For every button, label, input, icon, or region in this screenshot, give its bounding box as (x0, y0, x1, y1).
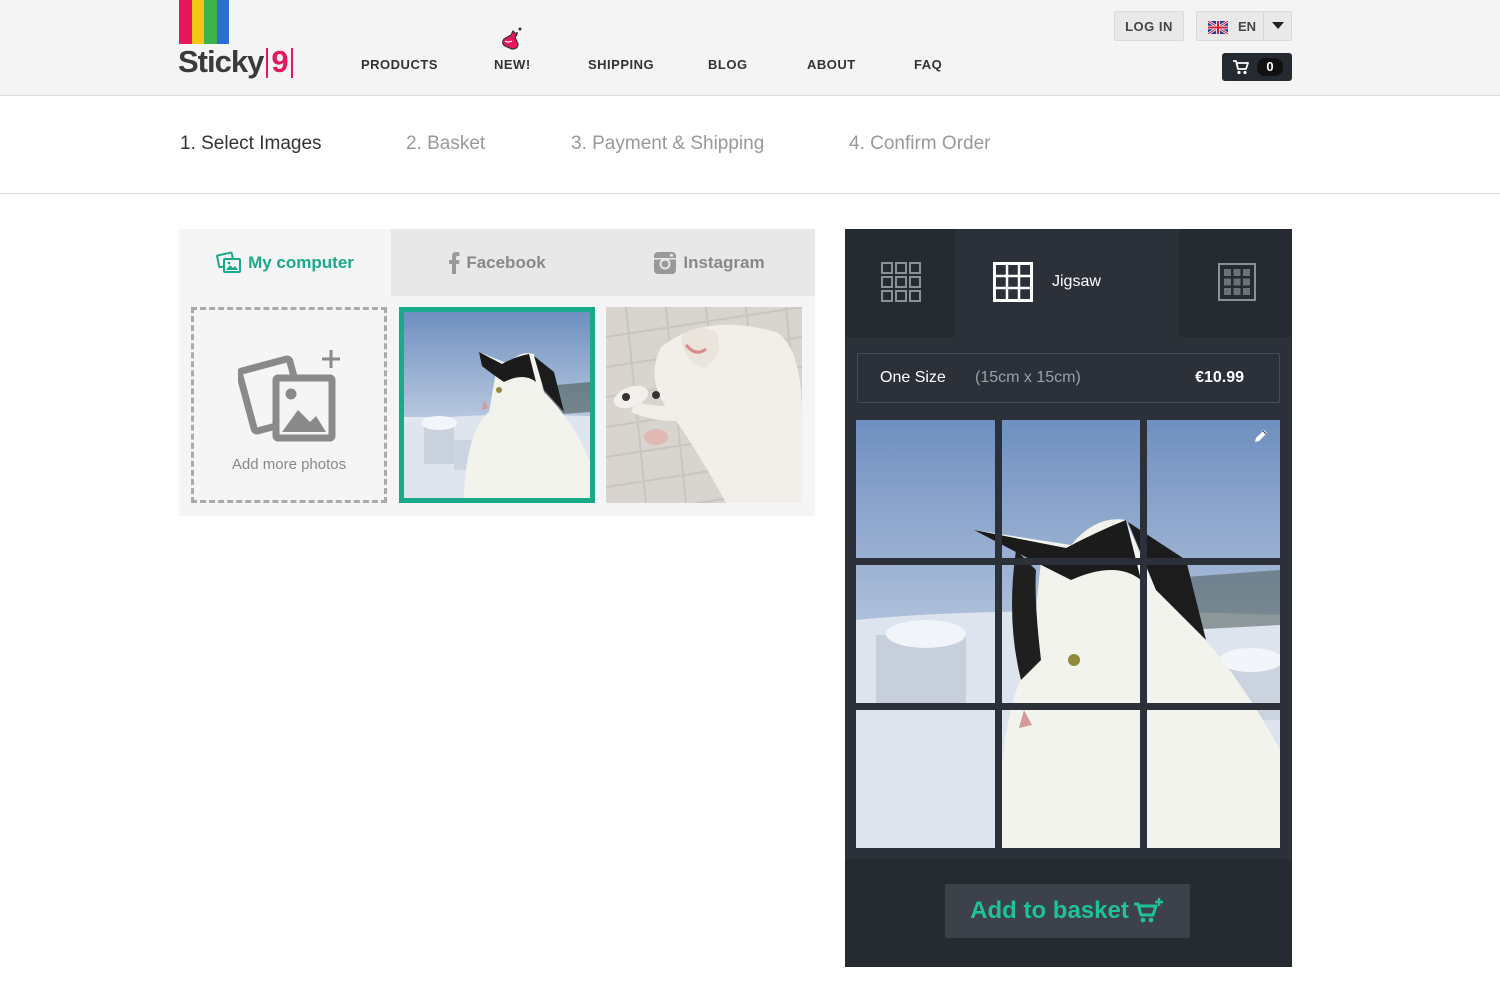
step-select-images: 1. Select Images (180, 133, 322, 154)
product-type-tabs: Jigsaw (845, 229, 1292, 337)
cat-sleeping-photo (606, 307, 802, 503)
cart-plus-icon (1133, 898, 1163, 923)
caret-down-icon (1272, 22, 1284, 29)
add-to-basket-label: Add to basket (970, 897, 1129, 924)
login-button[interactable]: LOG IN (1114, 11, 1184, 41)
computer-photos-icon (216, 251, 242, 273)
logo-number: 9 (266, 46, 293, 78)
step-confirm-order: 4. Confirm Order (849, 133, 991, 154)
facebook-icon (449, 251, 460, 274)
language-selector[interactable]: EN (1196, 11, 1292, 41)
photo-thumbnail-cat-snow[interactable] (399, 307, 595, 503)
add-more-photos-button[interactable]: Add more photos (191, 307, 387, 503)
product-tab-grid[interactable] (845, 229, 955, 337)
jigsaw-preview-image (856, 420, 1280, 848)
product-tab-jigsaw-label: Jigsaw (1052, 273, 1101, 290)
uk-flag-icon (1208, 21, 1228, 34)
nav-faq[interactable]: FAQ (914, 57, 942, 72)
nav-about[interactable]: ABOUT (807, 57, 856, 72)
step-basket: 2. Basket (406, 133, 486, 154)
tab-instagram-label: Instagram (683, 252, 765, 272)
site-header: Sticky 9 PRODUCTS NEW! SHIPPING BLOG ABOU… (0, 0, 1500, 96)
pencil-edit-icon[interactable] (1253, 428, 1269, 444)
add-to-basket-button[interactable]: Add to basket (945, 884, 1190, 938)
jigsaw-preview[interactable] (856, 420, 1280, 848)
size-option[interactable]: One Size (15cm x 15cm) €10.99 (857, 353, 1280, 403)
tab-facebook-label: Facebook (466, 252, 546, 272)
product-tab-jigsaw[interactable]: Jigsaw (955, 229, 1179, 337)
nav-shipping[interactable]: SHIPPING (588, 57, 654, 72)
nav-products[interactable]: PRODUCTS (361, 57, 438, 72)
tab-facebook[interactable]: Facebook (391, 229, 603, 296)
size-name: One Size (880, 369, 946, 386)
logo-wordmark: Sticky (178, 44, 264, 79)
source-tabs: My computer Facebook Instagram (179, 229, 815, 296)
logo[interactable]: Sticky 9 (178, 0, 298, 90)
product-panel: Jigsaw One Size (15cm x 15cm) €10.99 Add… (845, 229, 1292, 967)
cat-snow-photo (404, 312, 590, 498)
add-more-photos-label: Add more photos (231, 456, 347, 473)
product-tab-mosaic[interactable] (1179, 229, 1292, 337)
size-price: €10.99 (1195, 369, 1244, 386)
nav-blog[interactable]: BLOG (708, 57, 748, 72)
nav-new[interactable]: NEW! (494, 57, 531, 72)
jigsaw-grid-icon (993, 262, 1033, 302)
mosaic-grid-icon (1218, 263, 1256, 301)
basket-area: Add to basket (845, 859, 1292, 967)
tab-instagram[interactable]: Instagram (603, 229, 815, 296)
cart-count-badge: 0 (1257, 58, 1283, 76)
potion-flask-icon (502, 27, 522, 50)
checkout-steps: 1. Select Images 2. Basket 3. Payment & … (0, 96, 1500, 194)
photo-thumbnail-cat-sleeping[interactable] (606, 307, 802, 503)
size-dimensions: (15cm x 15cm) (975, 369, 1081, 386)
tab-my-computer-label: My computer (248, 252, 354, 272)
logo-color-bars (179, 0, 229, 44)
instagram-icon (654, 251, 677, 274)
grid-9-icon (881, 262, 921, 302)
cart-icon (1233, 60, 1249, 75)
language-code: EN (1238, 19, 1257, 34)
tab-my-computer[interactable]: My computer (179, 229, 391, 296)
language-dropdown-toggle[interactable] (1263, 12, 1292, 40)
cart-button[interactable]: 0 (1222, 53, 1292, 81)
add-photos-icon (238, 350, 340, 442)
image-source-panel: My computer Facebook Instagram Add more … (179, 229, 815, 516)
step-payment-shipping: 3. Payment & Shipping (571, 133, 765, 154)
